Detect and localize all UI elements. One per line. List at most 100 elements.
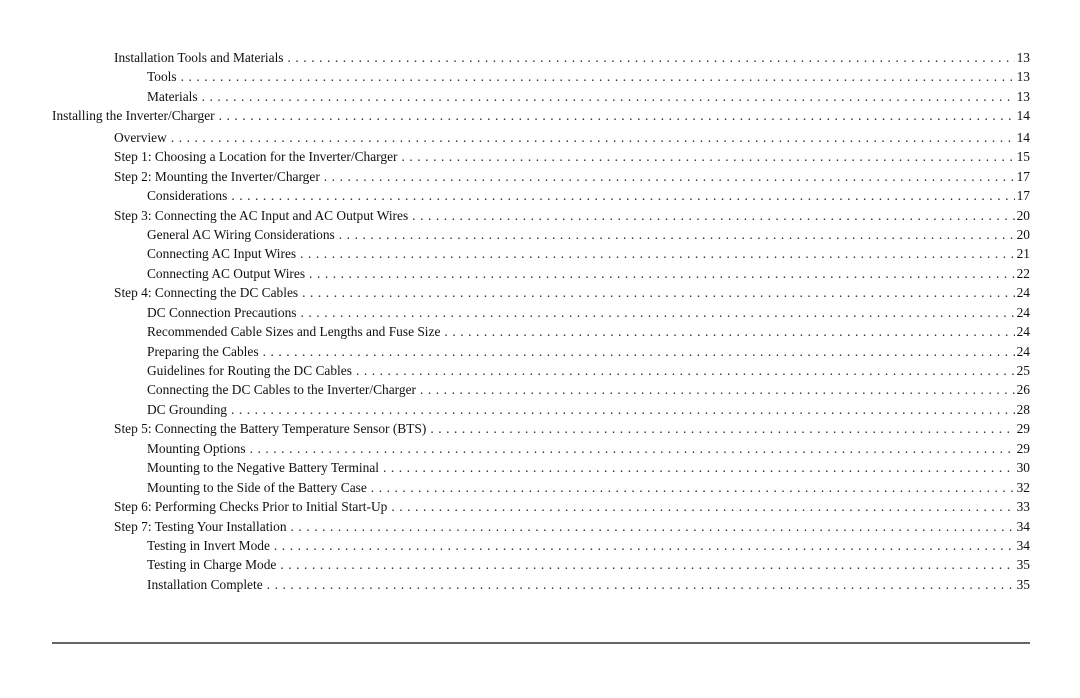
toc-entry-page: 17 xyxy=(1016,168,1030,184)
toc-entry-page: 14 xyxy=(1016,129,1030,145)
toc-entry-page: 26 xyxy=(1016,382,1030,398)
toc-entry[interactable]: Step 7: Testing Your Installation 34 xyxy=(52,517,1030,536)
toc-entry-title: Step 1: Choosing a Location for the Inve… xyxy=(114,149,398,165)
toc-entry-page: 20 xyxy=(1016,226,1030,242)
toc-entry[interactable]: Testing in Charge Mode 35 xyxy=(52,555,1030,574)
toc-entry[interactable]: Testing in Invert Mode 34 xyxy=(52,536,1030,555)
toc-entry[interactable]: Connecting the DC Cables to the Inverter… xyxy=(52,380,1030,399)
dot-leader xyxy=(280,555,1014,574)
dot-leader xyxy=(430,419,1014,438)
dot-leader xyxy=(231,400,1015,419)
toc-entry[interactable]: DC Grounding 28 xyxy=(52,400,1030,419)
dot-leader xyxy=(339,225,1015,244)
dot-leader xyxy=(202,87,1015,106)
toc-entry[interactable]: Installing the Inverter/Charger 14 xyxy=(52,106,1030,125)
toc-entry[interactable]: Guidelines for Routing the DC Cables 25 xyxy=(52,361,1030,380)
toc-entry-title: Connecting the DC Cables to the Inverter… xyxy=(147,382,416,398)
toc-entry-title: Preparing the Cables xyxy=(147,343,259,359)
dot-leader xyxy=(383,458,1015,477)
toc-entry-title: Tools xyxy=(147,69,177,85)
toc-entry[interactable]: Materials 13 xyxy=(52,87,1030,106)
toc-entry-page: 24 xyxy=(1016,304,1030,320)
toc-entry[interactable]: Tools 13 xyxy=(52,67,1030,86)
toc-entry-page: 13 xyxy=(1016,50,1030,65)
toc-entry[interactable]: General AC Wiring Considerations 20 xyxy=(52,225,1030,244)
toc-entry-page: 32 xyxy=(1016,479,1030,495)
dot-leader xyxy=(302,283,1015,302)
footer-rule xyxy=(52,642,1030,644)
toc-entry-title: Mounting Options xyxy=(147,440,246,456)
toc-entry-page: 21 xyxy=(1016,246,1030,262)
dot-leader xyxy=(309,264,1015,283)
dot-leader xyxy=(263,342,1015,361)
toc-entry[interactable]: Installation Tools and Materials 13 xyxy=(52,48,1030,67)
dot-leader xyxy=(274,536,1015,555)
dot-leader xyxy=(250,439,1015,458)
dot-leader xyxy=(301,303,1015,322)
dot-leader xyxy=(324,167,1015,186)
toc-entry-title: Guidelines for Routing the DC Cables xyxy=(147,363,352,378)
toc-entry-title: Step 6: Performing Checks Prior to Initi… xyxy=(114,499,388,515)
toc-entry-title: Considerations xyxy=(147,188,228,204)
toc-entry-page: 25 xyxy=(1016,363,1030,378)
dot-leader xyxy=(420,380,1015,399)
toc-entry-page: 15 xyxy=(1016,149,1030,165)
toc-entry-page: 34 xyxy=(1016,518,1030,534)
toc-entry[interactable]: Recommended Cable Sizes and Lengths and … xyxy=(52,322,1030,341)
toc-entry-title: Installing the Inverter/Charger xyxy=(52,108,215,124)
toc-entry-page: 24 xyxy=(1016,324,1030,340)
toc-entry-page: 13 xyxy=(1016,69,1030,85)
table-of-contents: Installation Tools and Materials 13 Tools 1… xyxy=(52,48,1030,594)
toc-entry[interactable]: Preparing the Cables 24 xyxy=(52,342,1030,361)
toc-entry-title: Step 4: Connecting the DC Cables xyxy=(114,285,299,301)
toc-entry-title: DC Connection Precautions xyxy=(147,304,297,320)
toc-entry[interactable]: Installation Complete 35 xyxy=(52,575,1030,594)
toc-entry-title: Recommended Cable Sizes and Lengths and … xyxy=(147,324,441,340)
dot-leader xyxy=(291,517,1015,536)
dot-leader xyxy=(219,106,1015,125)
toc-entry-title: Installation Tools and Materials xyxy=(114,50,284,65)
toc-entry-title: Materials xyxy=(147,88,198,104)
toc-entry-title: Mounting to the Negative Battery Termina… xyxy=(147,460,379,476)
toc-entry-page: 24 xyxy=(1016,285,1030,301)
dot-leader xyxy=(171,128,1015,147)
toc-entry-title: Step 7: Testing Your Installation xyxy=(114,518,287,534)
toc-entry-title: Step 3: Connecting the AC Input and AC O… xyxy=(114,207,409,223)
toc-entry[interactable]: DC Connection Precautions 24 xyxy=(52,303,1030,322)
toc-entry-page: 22 xyxy=(1016,265,1030,281)
toc-entry[interactable]: Mounting to the Negative Battery Termina… xyxy=(52,458,1030,477)
toc-entry-page: 35 xyxy=(1016,576,1030,592)
toc-entry-page: 24 xyxy=(1016,343,1030,359)
toc-entry-title: General AC Wiring Considerations xyxy=(147,226,335,242)
dot-leader xyxy=(402,147,1015,166)
toc-entry-page: 33 xyxy=(1016,499,1030,515)
toc-entry-page: 13 xyxy=(1016,88,1030,104)
dot-leader xyxy=(412,206,1014,225)
toc-entry-title: DC Grounding xyxy=(147,401,227,417)
toc-entry-title: Testing in Charge Mode xyxy=(147,557,277,573)
toc-entry[interactable]: Overview 14 xyxy=(52,128,1030,147)
toc-entry[interactable]: Connecting AC Input Wires 21 xyxy=(52,244,1030,263)
toc-entry-page: 29 xyxy=(1016,440,1030,456)
toc-entry[interactable]: Mounting Options 29 xyxy=(52,439,1030,458)
toc-entry-title: Connecting AC Input Wires xyxy=(147,246,297,262)
toc-entry[interactable]: Step 4: Connecting the DC Cables 24 xyxy=(52,283,1030,302)
toc-entry-title: Installation Complete xyxy=(147,576,263,592)
toc-entry[interactable]: Connecting AC Output Wires 22 xyxy=(52,264,1030,283)
dot-leader xyxy=(267,575,1015,594)
dot-leader xyxy=(288,48,1015,67)
toc-entry[interactable]: Considerations 17 xyxy=(52,186,1030,205)
toc-entry[interactable]: Mounting to the Side of the Battery Case… xyxy=(52,478,1030,497)
toc-entry-title: Step 2: Mounting the Inverter/Charger xyxy=(114,168,320,184)
toc-entry-page: 14 xyxy=(1016,108,1030,124)
toc-entry-page: 20 xyxy=(1016,207,1030,223)
toc-entry-page: 34 xyxy=(1016,537,1030,553)
toc-entry[interactable]: Step 2: Mounting the Inverter/Charger 17 xyxy=(52,167,1030,186)
toc-entry[interactable]: Step 5: Connecting the Battery Temperatu… xyxy=(52,419,1030,438)
toc-entry[interactable]: Step 6: Performing Checks Prior to Initi… xyxy=(52,497,1030,516)
toc-entry-page: 29 xyxy=(1016,421,1030,437)
toc-entry-title: Overview xyxy=(114,129,167,145)
toc-entry[interactable]: Step 3: Connecting the AC Input and AC O… xyxy=(52,206,1030,225)
dot-leader xyxy=(391,497,1014,516)
toc-entry[interactable]: Step 1: Choosing a Location for the Inve… xyxy=(52,147,1030,166)
